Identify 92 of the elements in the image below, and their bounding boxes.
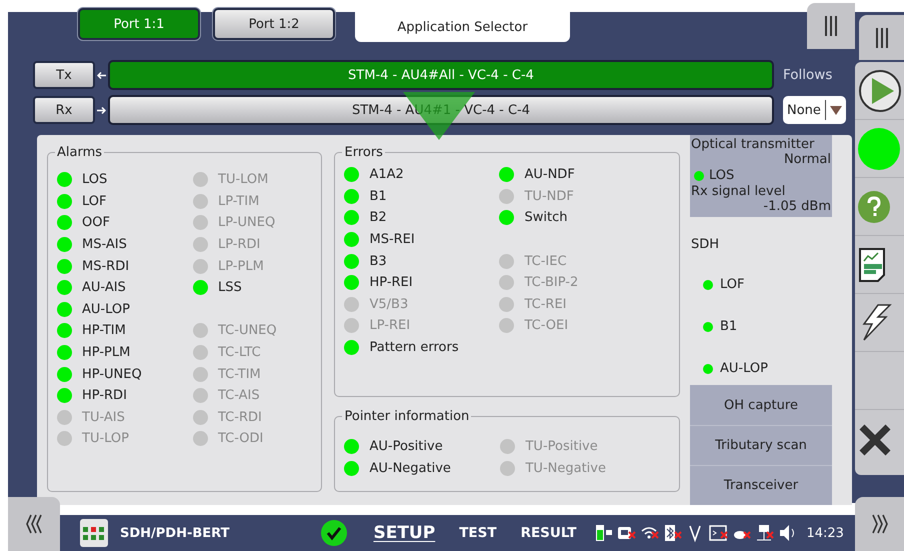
signal-level-value: -1.05 dBm [763, 199, 832, 214]
caret-icon [830, 106, 842, 114]
chevrons-right-icon [870, 514, 888, 534]
alarm-label: LP-UNEQ [218, 215, 276, 230]
alarm-label: OOF [82, 215, 110, 230]
side-menu-button[interactable]: Transceiver [690, 465, 832, 505]
alarm-label: Pattern errors [369, 340, 459, 356]
group-title: Pointer information [343, 409, 470, 424]
alarm-label: TU-LOP [82, 431, 129, 446]
alarm-label: TC-REI [524, 296, 567, 312]
alarm-label: LP-REI [369, 318, 410, 334]
battery-plug-icon[interactable] [594, 522, 614, 544]
alarm-label: TU-AIS [82, 410, 125, 425]
alarm-label: TC-AIS [218, 388, 260, 404]
alarm-label: TC-TIM [218, 366, 261, 382]
alarm-label: LOS [709, 168, 734, 183]
alarm-label: TU-Negative [525, 460, 606, 476]
alarm-label: TC-ODI [218, 431, 264, 446]
signal-path-bar[interactable]: STM-4 - AU4#All - VC-4 - C-4 [108, 60, 774, 90]
alarm-label: AU-Positive [369, 439, 443, 454]
alarm-label: HP-UNEQ [82, 366, 142, 382]
group-title: Errors [343, 145, 384, 160]
alarm-label: TC-BIP-2 [524, 275, 578, 290]
grip-icon [874, 28, 888, 48]
alarm-label: B1 [720, 319, 738, 334]
panel-tab[interactable] [807, 3, 855, 49]
alarm-label: V5/B3 [369, 296, 408, 312]
report-icon[interactable] [858, 246, 886, 282]
alarm-label: LP-RDI [218, 237, 260, 252]
alarm-label: TU-NDF [524, 188, 574, 204]
close-icon[interactable] [858, 423, 892, 457]
alarm-label: LOF [82, 194, 106, 209]
alarm-label: MS-AIS [82, 237, 127, 252]
alarm-label: LP-PLM [218, 258, 264, 274]
alarm-label: TC-IEC [524, 254, 567, 269]
alarm-label: HP-RDI [82, 388, 127, 404]
alarm-label: TU-Positive [525, 439, 598, 454]
alarm-label: AU-NDF [524, 167, 575, 182]
signal-level-label: Rx signal level [691, 184, 786, 199]
group-title: Alarms [56, 145, 104, 160]
alarm-label: TC-RDI [218, 410, 262, 425]
checkmark-icon [321, 520, 348, 546]
clock: 14:23 [806, 526, 844, 540]
panel-tab[interactable] [8, 497, 60, 551]
alarm-label: HP-TIM [82, 323, 126, 338]
alarm-label: TC-LTC [218, 345, 261, 360]
follows-dropdown[interactable]: None [783, 96, 846, 124]
direction-button[interactable]: Tx [33, 61, 95, 89]
alarm-label: AU-AIS [82, 280, 126, 296]
section-title: Optical transmitter [691, 137, 816, 152]
app-name: SDH/PDH-BERT [120, 526, 230, 540]
alarm-label: B3 [369, 254, 387, 269]
bluetooth-icon[interactable] [663, 522, 684, 544]
alarm-label: B1 [369, 188, 387, 204]
direction-button[interactable]: Rx [33, 96, 95, 124]
panel-tab[interactable] [855, 497, 904, 551]
alarm-label: MS-RDI [82, 258, 130, 274]
alarm-label: TC-OEI [524, 318, 568, 334]
status-value: Normal [784, 152, 832, 167]
nav-tab[interactable]: RESULT [508, 525, 588, 541]
alarm-label: MS-REI [369, 232, 415, 248]
nav-tab[interactable]: TEST [447, 525, 509, 541]
play-icon[interactable] [858, 68, 902, 112]
section-title: SDH [691, 237, 720, 252]
application-selector-tab[interactable]: Application Selector [355, 12, 570, 42]
alarm-label: LOF [720, 277, 744, 292]
app-grid-icon [80, 519, 108, 547]
port-tab[interactable]: Port 1:1 [78, 8, 200, 40]
alarm-label: LOS [82, 172, 108, 188]
arrow-right-icon [97, 106, 106, 114]
help-icon[interactable] [858, 190, 890, 222]
alarm-label: LSS [218, 280, 242, 296]
side-menu-button[interactable]: OH capture [690, 385, 832, 425]
chevrons-left-icon [25, 514, 43, 534]
alarm-label: TC-UNEQ [218, 323, 277, 338]
alarm-label: TU-LOM [218, 172, 268, 188]
side-menu-button[interactable]: Tributary scan [690, 425, 832, 465]
alarm-label: A1A2 [369, 167, 404, 182]
panel-tab[interactable] [859, 15, 904, 60]
alarm-label: HP-REI [369, 275, 413, 290]
alarm-label: AU-LOP [82, 302, 130, 317]
arrow-left-icon [97, 70, 106, 80]
nav-tab[interactable]: SETUP [367, 523, 448, 543]
alarm-label: B2 [369, 210, 387, 226]
alarm-label: HP-PLM [82, 345, 130, 360]
alarm-label: AU-LOP [720, 361, 768, 376]
alarm-label: AU-Negative [369, 460, 451, 476]
grip-icon [824, 16, 838, 36]
alarm-label: LP-TIM [218, 194, 260, 209]
port-tab[interactable]: Port 1:2 [213, 8, 335, 40]
alarm-label: Switch [524, 210, 568, 226]
follows-label: Follows [783, 67, 832, 83]
